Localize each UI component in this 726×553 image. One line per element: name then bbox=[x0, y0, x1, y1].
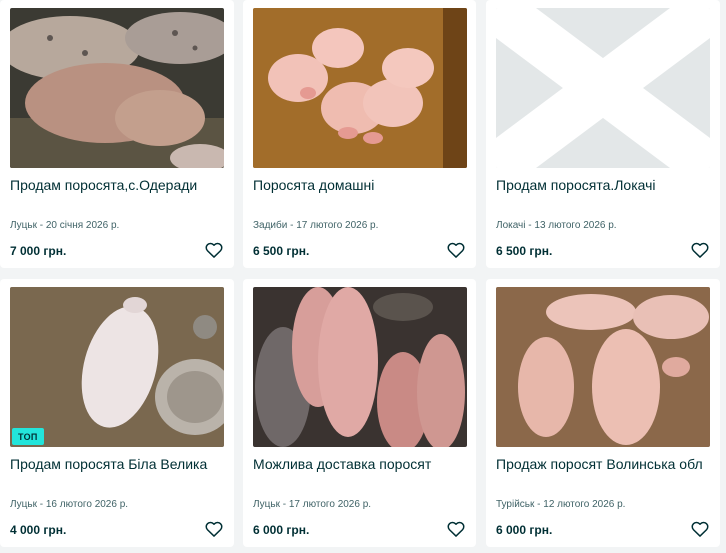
listing-price: 6 500 грн. bbox=[253, 244, 310, 258]
heart-outline-icon[interactable] bbox=[690, 240, 710, 260]
listing-photo[interactable]: ТОП bbox=[10, 287, 224, 447]
listing-title[interactable]: Можлива доставка поросят bbox=[253, 455, 431, 473]
listing-location-date: Локачі - 13 лютого 2026 р. bbox=[496, 220, 617, 231]
listing-card[interactable]: Продам поросята,с.Одеради Луцьк - 20 січ… bbox=[0, 0, 234, 268]
listing-title[interactable]: Продаж поросят Волинська обл bbox=[496, 455, 703, 473]
heart-outline-icon[interactable] bbox=[690, 519, 710, 539]
listing-price: 7 000 грн. bbox=[10, 244, 67, 258]
heart-outline-icon[interactable] bbox=[204, 240, 224, 260]
listing-card[interactable]: Продам поросята.Локачі Локачі - 13 лютог… bbox=[486, 0, 720, 268]
listing-price: 6 500 грн. bbox=[496, 244, 553, 258]
heart-outline-icon[interactable] bbox=[204, 519, 224, 539]
listing-location-date: Луцьк - 17 лютого 2026 р. bbox=[253, 499, 372, 510]
listing-price: 6 000 грн. bbox=[253, 523, 310, 537]
listing-card[interactable]: Поросята домашні Задиби - 17 лютого 2026… bbox=[243, 0, 476, 268]
listings-grid: Продам поросята,с.Одеради Луцьк - 20 січ… bbox=[0, 0, 726, 553]
listing-location-date: Турійськ - 12 лютого 2026 р. bbox=[496, 499, 626, 510]
listing-card[interactable]: ТОП Продам поросята Біла Велика Луцьк - … bbox=[0, 279, 234, 547]
listing-photo[interactable] bbox=[496, 287, 710, 447]
listing-title[interactable]: Продам поросята,с.Одеради bbox=[10, 176, 197, 194]
listing-price: 4 000 грн. bbox=[10, 523, 67, 537]
listing-title[interactable]: Продам поросята Біла Велика bbox=[10, 455, 207, 473]
listing-card[interactable]: Продаж поросят Волинська обл Турійськ - … bbox=[486, 279, 720, 547]
listing-photo[interactable] bbox=[253, 8, 467, 168]
top-badge: ТОП bbox=[12, 428, 44, 445]
listing-location-date: Задиби - 17 лютого 2026 р. bbox=[253, 220, 379, 231]
listing-card[interactable]: Можлива доставка поросят Луцьк - 17 люто… bbox=[243, 279, 476, 547]
no-photo-placeholder[interactable] bbox=[496, 8, 710, 168]
heart-outline-icon[interactable] bbox=[446, 519, 466, 539]
listing-location-date: Луцьк - 16 лютого 2026 р. bbox=[10, 499, 129, 510]
listing-photo[interactable] bbox=[10, 8, 224, 168]
listing-price: 6 000 грн. bbox=[496, 523, 553, 537]
listing-title[interactable]: Продам поросята.Локачі bbox=[496, 176, 656, 194]
listing-location-date: Луцьк - 20 січня 2026 р. bbox=[10, 220, 120, 231]
listing-photo[interactable] bbox=[253, 287, 467, 447]
listing-title[interactable]: Поросята домашні bbox=[253, 176, 374, 194]
heart-outline-icon[interactable] bbox=[446, 240, 466, 260]
